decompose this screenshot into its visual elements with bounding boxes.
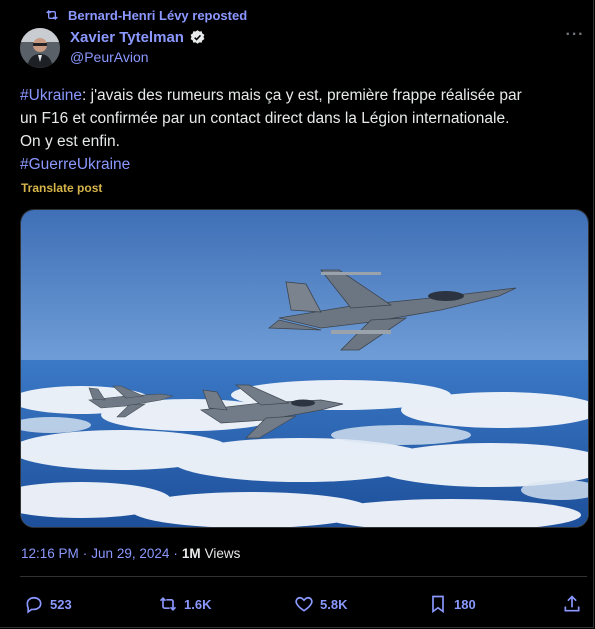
avatar-image — [20, 28, 60, 68]
post-date[interactable]: Jun 29, 2024 — [91, 546, 169, 561]
post-time[interactable]: 12:16 PM — [21, 546, 79, 561]
share-icon — [564, 595, 580, 612]
meta-separator: · — [173, 546, 178, 561]
bookmark-count: 180 — [454, 596, 476, 612]
post-image[interactable] — [20, 209, 589, 528]
hashtag-guerreukraine[interactable]: #GuerreUkraine — [20, 156, 130, 173]
views-count: 1M — [181, 546, 201, 561]
repost-icon — [159, 596, 177, 612]
like-button[interactable]: 5.8K — [294, 592, 347, 616]
jets-photo — [21, 210, 588, 527]
author-name-row[interactable]: Xavier Tytelman — [70, 29, 206, 46]
tweet-text: #Ukraine: j'avais des rumeurs mais ça y … — [20, 84, 585, 176]
action-bar: 523 1.6K 5.8K 180 — [20, 592, 587, 616]
repost-button[interactable]: 1.6K — [158, 592, 211, 616]
tweet-line3: On y est enfin. — [20, 133, 120, 150]
more-icon[interactable]: ··· — [565, 27, 585, 46]
share-button[interactable] — [562, 592, 582, 616]
divider — [20, 576, 587, 577]
hashtag-ukraine[interactable]: #Ukraine — [20, 87, 82, 104]
tweet-line1: : j'avais des rumeurs mais ça y est, pre… — [82, 87, 522, 104]
bookmark-icon — [432, 595, 444, 614]
author-handle[interactable]: @PeurAvion — [70, 49, 149, 65]
post-meta: 12:16 PM · Jun 29, 2024 · 1M Views — [21, 546, 240, 561]
translate-post-link[interactable]: Translate post — [21, 181, 102, 195]
avatar[interactable] — [20, 28, 60, 68]
verified-badge-icon — [190, 30, 205, 44]
bookmark-button[interactable]: 180 — [428, 592, 476, 616]
reply-count: 523 — [50, 596, 72, 612]
tweet-line2: un F16 et confirmée par un contact direc… — [20, 110, 510, 127]
author-name[interactable]: Xavier Tytelman — [70, 29, 184, 46]
views-label: Views — [204, 546, 241, 561]
reply-button[interactable]: 523 — [24, 592, 72, 616]
repost-count: 1.6K — [184, 596, 212, 612]
reply-icon — [26, 596, 42, 614]
repost-indicator[interactable]: Bernard-Henri Lévy reposted — [44, 6, 247, 24]
heart-icon — [295, 596, 313, 612]
repost-label: Bernard-Henri Lévy reposted — [68, 7, 248, 23]
like-count: 5.8K — [320, 596, 348, 612]
repost-icon — [46, 10, 58, 20]
meta-separator: · — [82, 546, 88, 561]
